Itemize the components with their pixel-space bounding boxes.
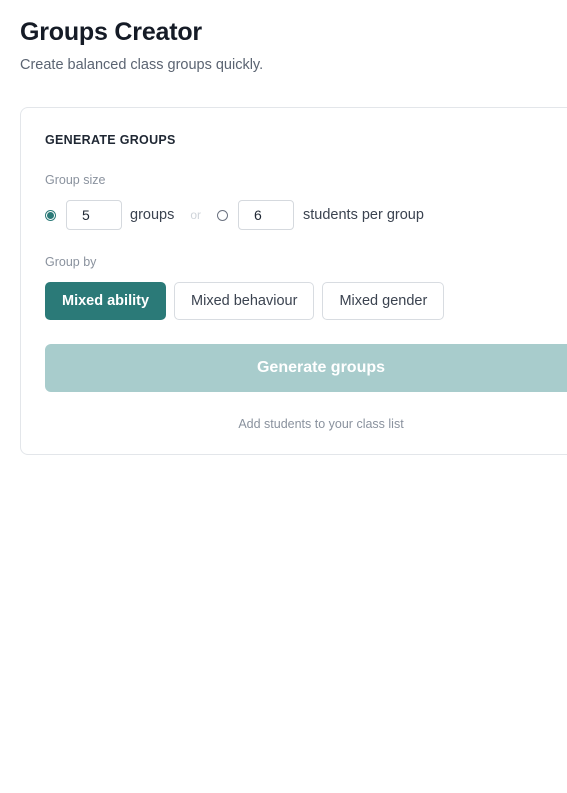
groups-count-input[interactable] <box>66 200 122 230</box>
mixed-ability-button[interactable]: Mixed ability <box>45 282 167 320</box>
page-subtitle: Create balanced class groups quickly. <box>20 57 264 73</box>
students-per-group-radio[interactable] <box>217 209 229 221</box>
mixed-gender-button[interactable]: Mixed gender <box>322 282 445 320</box>
groups-radio[interactable] <box>45 209 56 221</box>
groups-unit-label: groups <box>130 207 175 223</box>
group-by-options: Mixed ability Mixed behaviour Mixed gend… <box>45 282 445 320</box>
page-title: Groups Creator <box>20 18 202 46</box>
mixed-behaviour-button[interactable]: Mixed behaviour <box>174 282 315 320</box>
group-size-row: groups or students per group <box>45 200 424 230</box>
generate-groups-card: GENERATE GROUPS Group size groups or stu… <box>20 107 567 455</box>
or-separator: or <box>190 208 202 222</box>
students-per-group-input[interactable] <box>238 200 295 230</box>
groups-creator-page: Groups Creator Create balanced class gro… <box>0 0 567 793</box>
add-students-hint: Add students to your class list <box>238 417 404 431</box>
group-size-label: Group size <box>45 173 106 187</box>
generate-groups-button[interactable]: Generate groups <box>45 344 567 392</box>
card-heading: GENERATE GROUPS <box>45 133 176 147</box>
group-by-label: Group by <box>45 255 97 269</box>
students-per-group-label: students per group <box>303 207 424 223</box>
